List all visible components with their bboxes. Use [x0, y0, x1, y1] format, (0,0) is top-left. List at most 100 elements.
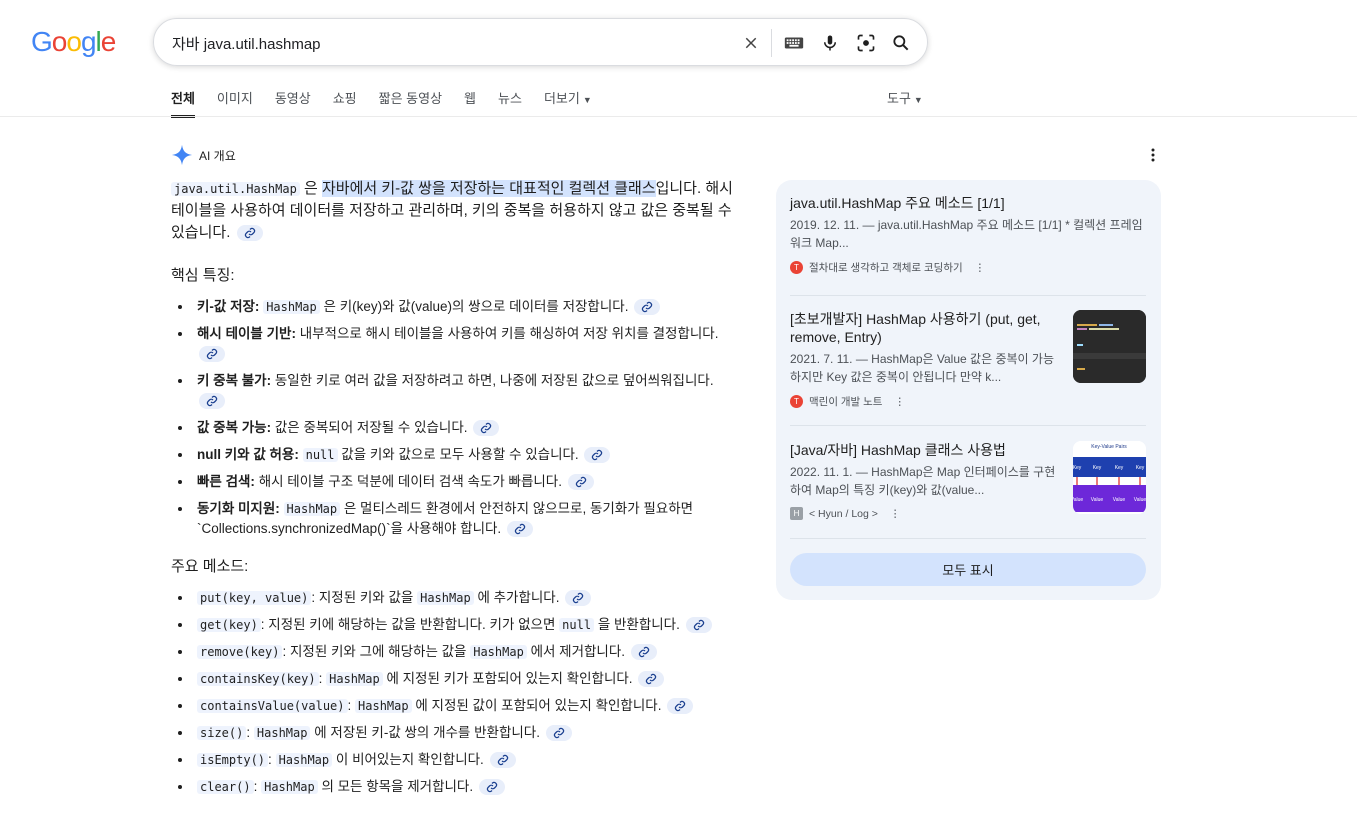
feature-label: null 키와 값 허용:: [197, 447, 299, 462]
inline-code: HashMap: [283, 502, 341, 516]
method-code: isEmpty(): [197, 753, 269, 767]
source-thumbnail[interactable]: Key-Value Pairs Key Key Key Key Value Va…: [1073, 441, 1146, 514]
thumb-key: Key: [1073, 465, 1082, 471]
method-item: isEmpty(): HashMap 이 비어있는지 확인합니다.: [171, 750, 741, 770]
source-title[interactable]: java.util.HashMap 주요 메소드 [1/1]: [790, 194, 1146, 212]
google-logo[interactable]: Google: [31, 26, 117, 58]
feature-item: 키-값 저장: HashMap 은 키(key)와 값(value)의 쌍으로 …: [171, 297, 741, 317]
source-card[interactable]: java.util.HashMap 주요 메소드 [1/1] 2019. 12.…: [790, 194, 1146, 275]
thumb-value: Value: [1073, 497, 1083, 503]
tab-web[interactable]: 웹: [464, 88, 476, 118]
feature-label: 해시 테이블 기반:: [197, 326, 296, 341]
link-icon[interactable]: [638, 671, 665, 688]
link-icon[interactable]: [565, 590, 592, 607]
search-box[interactable]: 자바 java.util.hashmap: [153, 18, 928, 66]
divider: [790, 425, 1146, 426]
tab-short-videos[interactable]: 짧은 동영상: [379, 88, 442, 118]
source-title[interactable]: [Java/자바] HashMap 클래스 사용법: [790, 441, 1060, 459]
method-text: :: [268, 752, 272, 767]
site-favicon-icon: T: [790, 395, 803, 408]
tools-button[interactable]: 도구 ▼: [887, 88, 923, 107]
source-title[interactable]: [초보개발자] HashMap 사용하기 (put, get, remove, …: [790, 310, 1060, 346]
more-vert-icon[interactable]: ⋮: [890, 508, 901, 520]
feature-label: 동기화 미지원:: [197, 501, 280, 516]
source-thumbnail[interactable]: [1073, 310, 1146, 383]
link-icon[interactable]: [199, 393, 225, 410]
more-vert-icon[interactable]: ⋮: [894, 396, 905, 408]
features-list: 키-값 저장: HashMap 은 키(key)와 값(value)의 쌍으로 …: [171, 297, 741, 539]
link-icon[interactable]: [473, 420, 500, 437]
source-site: H < Hyun / Log > ⋮: [790, 507, 1060, 520]
method-item: size(): HashMap 에 저장된 키-값 쌍의 개수를 반환합니다.: [171, 723, 741, 743]
method-text: 에 추가합니다.: [477, 590, 560, 605]
gemini-sparkle-icon: [171, 144, 193, 166]
feature-label: 키-값 저장:: [197, 299, 260, 314]
method-text: 에 지정된 값이 포함되어 있는지 확인합니다.: [415, 698, 662, 713]
search-icon[interactable]: [889, 31, 913, 55]
link-icon[interactable]: [584, 447, 611, 464]
link-icon[interactable]: [199, 346, 225, 363]
method-item: get(key): 지정된 키에 해당하는 값을 반환합니다. 키가 없으면 n…: [171, 615, 741, 635]
tab-shopping[interactable]: 쇼핑: [333, 88, 357, 118]
logo-letter: e: [100, 26, 117, 57]
method-item: clear(): HashMap 의 모든 항목을 제거합니다.: [171, 777, 741, 797]
lens-icon[interactable]: [854, 31, 878, 55]
tab-videos[interactable]: 동영상: [275, 88, 311, 118]
link-icon[interactable]: [630, 644, 657, 661]
link-icon[interactable]: [667, 698, 694, 715]
link-icon[interactable]: [478, 779, 505, 796]
tab-more[interactable]: 더보기 ▼: [544, 88, 592, 118]
link-icon[interactable]: [567, 474, 594, 491]
link-icon[interactable]: [545, 725, 572, 742]
method-text: 의 모든 항목을 제거합니다.: [321, 779, 474, 794]
feature-item: 값 중복 가능: 값은 중복되어 저장될 수 있습니다.: [171, 418, 741, 438]
more-vert-icon[interactable]: [1146, 146, 1160, 168]
method-code: containsValue(value): [197, 699, 348, 713]
feature-text: 값은 중복되어 저장될 수 있습니다.: [274, 420, 468, 435]
method-code: size(): [197, 726, 247, 740]
method-text: :: [318, 671, 323, 686]
site-favicon-icon: T: [790, 261, 803, 274]
source-card[interactable]: [Java/자바] HashMap 클래스 사용법 2022. 11. 1. —…: [790, 441, 1060, 520]
method-text: 에 지정된 키가 포함되어 있는지 확인합니다.: [386, 671, 633, 686]
logo-letter: o: [51, 26, 68, 57]
thumb-key: Key: [1093, 465, 1102, 471]
link-icon[interactable]: [685, 617, 712, 634]
divider: [790, 295, 1146, 296]
method-text: 이 비어있는지 확인합니다.: [335, 752, 484, 767]
tab-news[interactable]: 뉴스: [498, 88, 522, 118]
feature-item: 해시 테이블 기반: 내부적으로 해시 테이블을 사용하여 키를 해싱하여 저장…: [171, 324, 741, 364]
sources-panel: java.util.HashMap 주요 메소드 [1/1] 2019. 12.…: [776, 180, 1161, 600]
caret-down-icon: ▼: [582, 95, 592, 105]
method-item: put(key, value): 지정된 키와 값을 HashMap 에 추가합…: [171, 588, 741, 608]
keyboard-icon[interactable]: [782, 31, 806, 55]
inline-code: HashMap: [253, 726, 311, 740]
feature-item: 동기화 미지원: HashMap 은 멀티스레드 환경에서 안전하지 않으므로,…: [171, 499, 741, 539]
link-icon[interactable]: [506, 521, 533, 538]
thumb-value: Value: [1091, 497, 1104, 503]
thumb-key: Key: [1136, 465, 1145, 471]
inline-code: HashMap: [326, 672, 383, 686]
more-vert-icon[interactable]: ⋮: [975, 262, 986, 274]
ai-intro: java.util.HashMap 은 자바에서 키-값 쌍을 저장하는 대표적…: [171, 178, 741, 244]
feature-text: 은 키(key)와 값(value)의 쌍으로 데이터를 저장합니다.: [323, 299, 629, 314]
mic-icon[interactable]: [818, 31, 842, 55]
feature-item: 빠른 검색: 해시 테이블 구조 덕분에 데이터 검색 속도가 빠릅니다.: [171, 472, 741, 492]
link-icon[interactable]: [634, 299, 661, 316]
divider: [790, 538, 1146, 539]
inline-code: java.util.HashMap: [171, 182, 300, 196]
source-site-name: 맥린이 개발 노트: [809, 396, 883, 408]
source-snippet: 2021. 7. 11. — HashMap은 Value 값은 중복이 가능하…: [790, 352, 1054, 384]
ai-overview-title: AI 개요: [199, 148, 236, 163]
link-icon[interactable]: [489, 752, 516, 769]
close-icon[interactable]: [739, 31, 763, 55]
tab-images[interactable]: 이미지: [217, 88, 253, 118]
method-text: : 지정된 키와 값을: [311, 590, 414, 605]
source-card[interactable]: [초보개발자] HashMap 사용하기 (put, get, remove, …: [790, 310, 1060, 409]
search-input[interactable]: 자바 java.util.hashmap: [172, 33, 321, 54]
show-all-button[interactable]: 모두 표시: [790, 553, 1146, 586]
features-heading: 핵심 특징:: [171, 267, 235, 284]
link-icon[interactable]: [236, 225, 263, 242]
search-divider: [771, 29, 772, 57]
tab-all[interactable]: 전체: [171, 88, 195, 118]
